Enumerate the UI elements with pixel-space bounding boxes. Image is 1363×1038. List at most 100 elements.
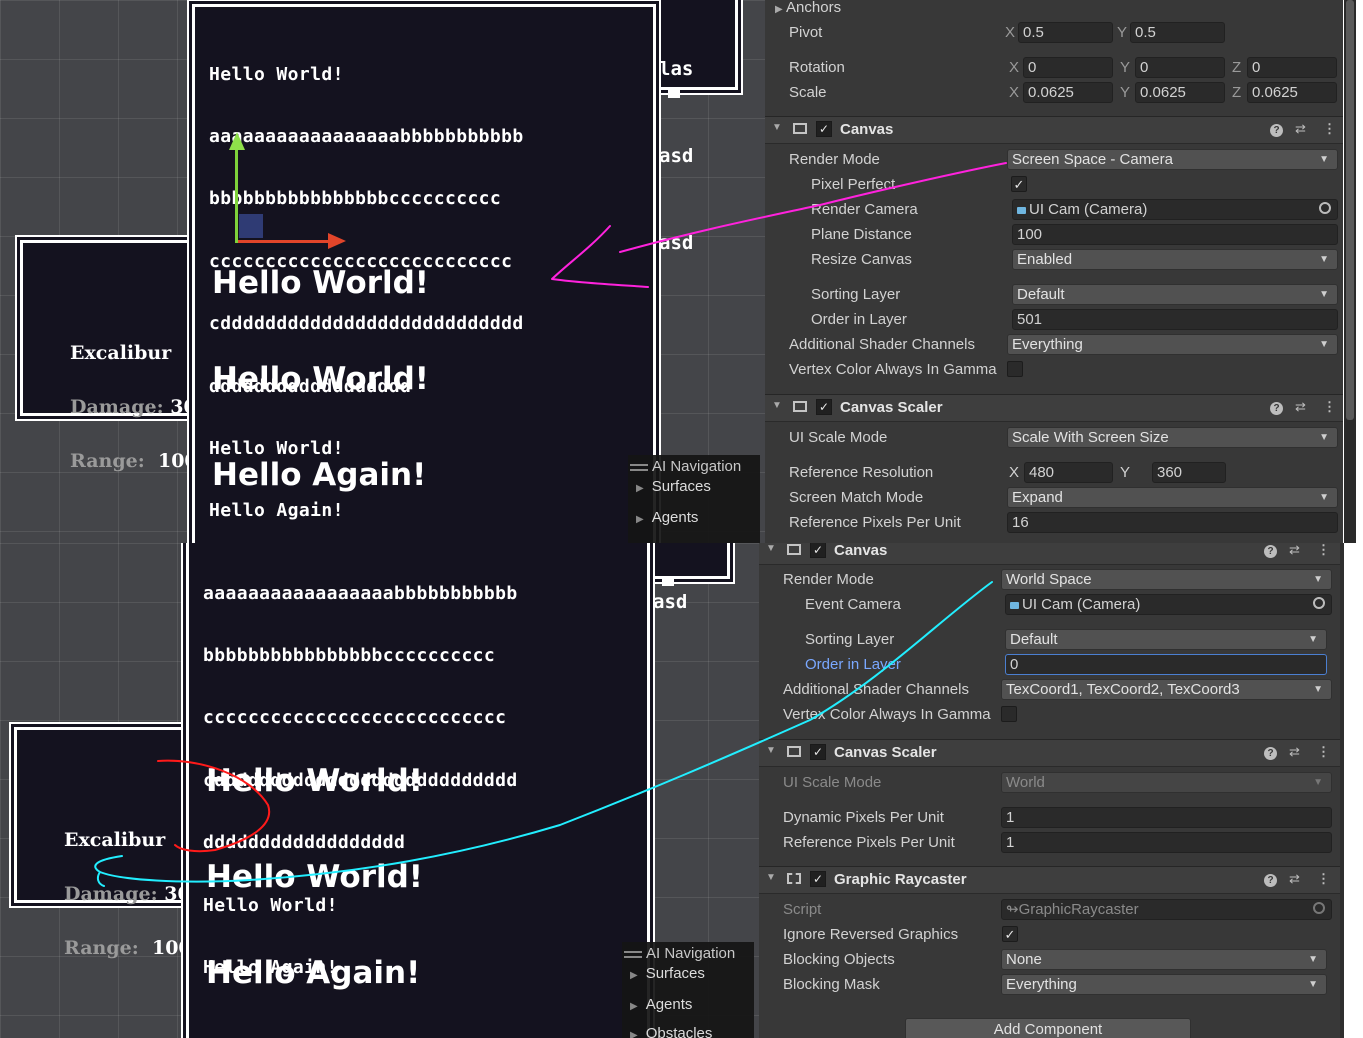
vertex-gamma-checkbox[interactable] xyxy=(1007,361,1023,377)
dropdown-value: Everything xyxy=(1012,336,1083,353)
chevron-down-icon: ▼ xyxy=(1313,777,1323,788)
event-camera-field[interactable]: UI Cam (Camera) xyxy=(1005,594,1332,615)
overlay-item-surfaces[interactable]: ▶ Surfaces xyxy=(636,478,711,495)
fold-arrow-icon[interactable]: ▼ xyxy=(772,122,782,133)
render-camera-field[interactable]: UI Cam (Camera) xyxy=(1012,199,1338,220)
order-in-layer-field[interactable]: 0 xyxy=(1005,654,1327,675)
graphic-raycaster-component-header[interactable]: ▼ ✓ Graphic Raycaster ? ⇄ ⋮ xyxy=(759,866,1343,894)
pivot-x-field[interactable]: 0.5 xyxy=(1018,22,1113,43)
rotation-y-field[interactable]: 0 xyxy=(1135,57,1225,78)
screen-match-mode-dropdown[interactable]: Expand ▼ xyxy=(1007,487,1338,508)
chevron-down-icon: ▼ xyxy=(1308,634,1318,645)
drag-handle-icon[interactable] xyxy=(630,463,648,471)
axis-x-label: X xyxy=(1009,464,1020,481)
scale-y-field[interactable]: 0.0625 xyxy=(1135,82,1225,103)
shader-channels-dropdown[interactable]: Everything ▼ xyxy=(1007,334,1338,355)
fold-arrow-icon[interactable]: ▼ xyxy=(766,745,776,756)
anchors-foldout[interactable]: ▶ Anchors xyxy=(775,0,841,16)
object-picker-icon[interactable] xyxy=(1319,202,1331,214)
ignore-reversed-graphics-checkbox[interactable]: ✓ xyxy=(1002,926,1018,942)
chevron-down-icon: ▼ xyxy=(1319,339,1329,350)
help-icon[interactable]: ? xyxy=(1270,402,1283,415)
ui-scale-mode-dropdown[interactable]: Scale With Screen Size ▼ xyxy=(1007,427,1338,448)
kebab-menu-icon[interactable]: ⋮ xyxy=(1317,543,1330,558)
preset-icon[interactable]: ⇄ xyxy=(1289,744,1300,760)
overlay-item-surfaces[interactable]: ▶ Surfaces xyxy=(630,965,705,982)
scene-view[interactable]: asd Excalibur Damage: 300 Range: 100 aaa… xyxy=(0,543,759,1038)
inspector-scrollbar[interactable] xyxy=(1340,543,1344,1038)
shader-channels-dropdown[interactable]: TexCoord1, TexCoord2, TexCoord3 ▼ xyxy=(1001,679,1332,700)
fold-arrow-icon[interactable]: ▼ xyxy=(766,543,776,554)
preset-icon[interactable]: ⇄ xyxy=(1295,121,1306,137)
top-screenshot: las asd asd Excalibur Damage: 300 Range:… xyxy=(0,0,1363,543)
blocking-mask-dropdown[interactable]: Everything ▼ xyxy=(1001,974,1327,995)
render-mode-dropdown[interactable]: Screen Space - Camera ▼ xyxy=(1007,149,1338,170)
overlay-title: AI Navigation xyxy=(646,945,736,962)
canvas-scaler-component-header[interactable]: ▼ ✓ Canvas Scaler ? ⇄ ⋮ xyxy=(759,739,1343,767)
weapon-name: Excalibur xyxy=(64,829,166,851)
overlay-item-agents[interactable]: ▶ Agents xyxy=(630,996,692,1013)
rotation-z-field[interactable]: 0 xyxy=(1247,57,1337,78)
rotation-x-field[interactable]: 0 xyxy=(1023,57,1113,78)
chevron-down-icon: ▼ xyxy=(1313,684,1323,695)
vertex-gamma-checkbox[interactable] xyxy=(1001,706,1017,722)
scrollbar-thumb[interactable] xyxy=(1346,0,1354,420)
overlay-item-agents[interactable]: ▶ Agents xyxy=(636,509,698,526)
preset-icon[interactable]: ⇄ xyxy=(1295,399,1306,415)
help-icon[interactable]: ? xyxy=(1264,874,1277,887)
canvas-component-header[interactable]: ▼ ✓ Canvas ? ⇄ ⋮ xyxy=(765,116,1343,144)
move-gizmo-plane[interactable] xyxy=(239,214,263,238)
reference-pixels-per-unit-field[interactable]: 1 xyxy=(1001,832,1332,853)
order-in-layer-field[interactable]: 501 xyxy=(1012,309,1338,330)
blocking-objects-dropdown[interactable]: None ▼ xyxy=(1001,949,1327,970)
pivot-y-field[interactable]: 0.5 xyxy=(1130,22,1225,43)
canvas-enabled-checkbox[interactable]: ✓ xyxy=(810,543,826,558)
scene-view[interactable]: las asd asd Excalibur Damage: 300 Range:… xyxy=(0,0,765,543)
fold-arrow-icon[interactable]: ▼ xyxy=(772,400,782,411)
raycaster-enabled-checkbox[interactable]: ✓ xyxy=(810,871,826,887)
kebab-menu-icon[interactable]: ⋮ xyxy=(1317,871,1330,887)
fold-arrow-icon[interactable]: ▼ xyxy=(766,872,776,883)
preset-icon[interactable]: ⇄ xyxy=(1289,871,1300,887)
plane-distance-field[interactable]: 100 xyxy=(1012,224,1338,245)
dynamic-pixels-per-unit-field[interactable]: 1 xyxy=(1001,807,1332,828)
help-icon[interactable]: ? xyxy=(1264,747,1277,760)
move-gizmo-y-arrow[interactable] xyxy=(229,132,245,150)
move-gizmo-y-axis[interactable] xyxy=(235,148,238,243)
drag-handle-icon[interactable] xyxy=(624,950,642,958)
field-value: UI Cam (Camera) xyxy=(1029,201,1148,218)
pixel-perfect-checkbox[interactable]: ✓ xyxy=(1011,176,1027,192)
help-icon[interactable]: ? xyxy=(1264,545,1277,558)
move-gizmo-x-axis[interactable] xyxy=(238,240,330,243)
sorting-layer-dropdown[interactable]: Default ▼ xyxy=(1012,284,1338,305)
canvas-scaler-enabled-checkbox[interactable]: ✓ xyxy=(810,744,826,760)
chevron-down-icon: ▼ xyxy=(1319,289,1329,300)
canvas-enabled-checkbox[interactable]: ✓ xyxy=(816,121,832,137)
scale-x-field[interactable]: 0.0625 xyxy=(1023,82,1113,103)
reference-resolution-y-field[interactable]: 360 xyxy=(1152,462,1226,483)
reference-resolution-x-field[interactable]: 480 xyxy=(1024,462,1113,483)
canvas-component-header[interactable]: ▼ ✓ Canvas ? ⇄ ⋮ xyxy=(759,543,1343,565)
ui-scale-mode-label: UI Scale Mode xyxy=(789,429,888,446)
canvas-scaler-component-header[interactable]: ▼ ✓ Canvas Scaler ? ⇄ ⋮ xyxy=(765,394,1343,422)
inspector-scrollbar[interactable] xyxy=(1344,0,1356,543)
ai-navigation-overlay[interactable]: AI Navigation ▶ Surfaces ▶ Agents ▶ Obstacl… xyxy=(622,942,754,1038)
overlay-item-obstacles[interactable]: ▶ Obstacles xyxy=(630,1025,712,1038)
expand-arrow-icon: ▶ xyxy=(636,483,644,494)
help-icon[interactable]: ? xyxy=(1270,124,1283,137)
raycaster-icon xyxy=(787,873,801,884)
reference-pixels-per-unit-field[interactable]: 16 xyxy=(1007,512,1338,533)
ai-navigation-overlay[interactable]: AI Navigation ▶ Surfaces ▶ Agents xyxy=(628,455,760,543)
kebab-menu-icon[interactable]: ⋮ xyxy=(1317,744,1330,760)
move-gizmo-x-arrow[interactable] xyxy=(328,233,346,249)
kebab-menu-icon[interactable]: ⋮ xyxy=(1323,121,1336,137)
canvas-scaler-enabled-checkbox[interactable]: ✓ xyxy=(816,399,832,415)
sorting-layer-dropdown[interactable]: Default ▼ xyxy=(1005,629,1327,650)
preset-icon[interactable]: ⇄ xyxy=(1289,543,1300,558)
object-picker-icon[interactable] xyxy=(1313,597,1325,609)
add-component-button[interactable]: Add Component xyxy=(905,1018,1191,1038)
resize-canvas-dropdown[interactable]: Enabled ▼ xyxy=(1012,249,1338,270)
render-mode-dropdown[interactable]: World Space ▼ xyxy=(1001,569,1332,590)
scale-z-field[interactable]: 0.0625 xyxy=(1247,82,1337,103)
kebab-menu-icon[interactable]: ⋮ xyxy=(1323,399,1336,415)
